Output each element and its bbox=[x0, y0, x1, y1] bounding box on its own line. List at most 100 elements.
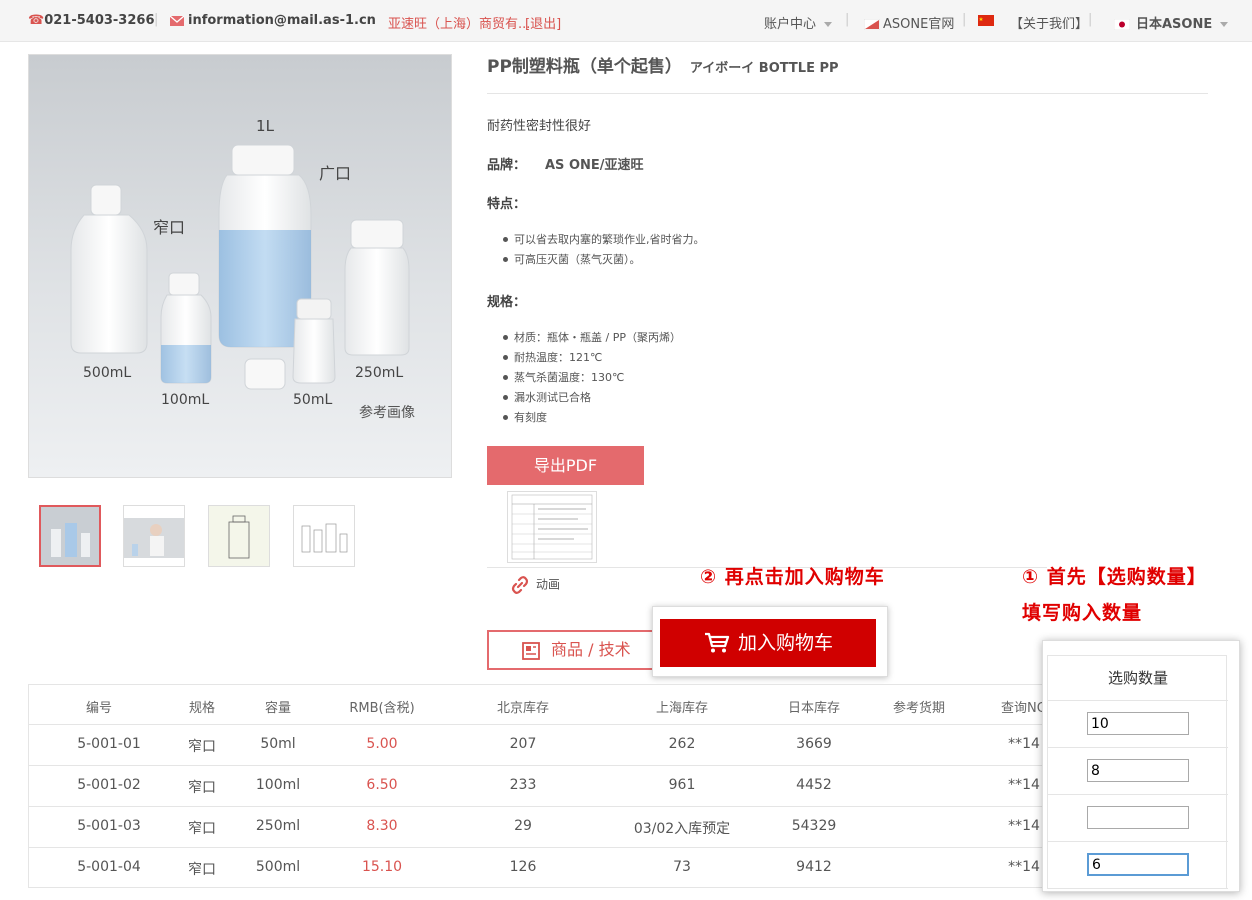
thumbnail-2[interactable] bbox=[123, 505, 185, 567]
document-thumbnail[interactable] bbox=[507, 491, 597, 563]
quantity-panel: 选购数量 bbox=[1042, 640, 1240, 892]
document-icon bbox=[522, 642, 540, 660]
cell-capacity: 500ml bbox=[255, 859, 301, 875]
add-to-cart-button[interactable]: 加入购物车 bbox=[660, 619, 876, 667]
product-title: PP制塑料瓶（单个起售） アイボーイ BOTTLE PP bbox=[487, 52, 839, 77]
cell-spec: 窄口 bbox=[188, 780, 216, 796]
cell-capacity: 50ml bbox=[260, 736, 296, 752]
quantity-cell bbox=[1048, 795, 1228, 842]
features-list: 可以省去取内塞的繁琐作业,省时省力。 可高压灭菌（蒸气灭菌）。 bbox=[503, 230, 705, 270]
spec-label: 规格： bbox=[487, 295, 527, 310]
cell-code: 5-001-03 bbox=[77, 818, 141, 834]
cell-beijing-stock: 207 bbox=[509, 736, 537, 752]
column-header: 上海库存 bbox=[655, 701, 709, 716]
cell-spec: 窄口 bbox=[188, 862, 216, 878]
thumbnail-4[interactable] bbox=[293, 505, 355, 567]
cell-spec: 窄口 bbox=[188, 821, 216, 837]
separator: | bbox=[845, 12, 850, 27]
list-item: 有刻度 bbox=[503, 408, 681, 428]
cell-shanghai-stock: 03/02入库预定 bbox=[633, 821, 731, 837]
cell-query-no: **14 bbox=[1008, 736, 1040, 752]
cell-query-no: **14 bbox=[1008, 859, 1040, 875]
top-bar: ☎021-5403-3266 | information@mail.as-1.c… bbox=[0, 0, 1252, 42]
separator: | bbox=[962, 12, 967, 27]
quantity-input-1[interactable] bbox=[1087, 712, 1189, 735]
japan-flag-icon bbox=[1113, 18, 1131, 31]
product-title-text: PP制塑料瓶（单个起售） bbox=[487, 57, 682, 77]
quantity-input-4[interactable] bbox=[1087, 853, 1189, 876]
cell-price: 8.30 bbox=[366, 818, 398, 834]
list-item: 可高压灭菌（蒸气灭菌）。 bbox=[503, 250, 705, 270]
cell-beijing-stock: 126 bbox=[509, 859, 537, 875]
china-flag-icon[interactable] bbox=[978, 13, 994, 28]
column-header: 北京库存 bbox=[496, 701, 550, 716]
column-header: 日本库存 bbox=[787, 701, 841, 716]
cell-code: 5-001-04 bbox=[77, 859, 141, 875]
export-pdf-button[interactable]: 导出PDF bbox=[487, 446, 644, 485]
cell-japan-stock: 4452 bbox=[796, 777, 832, 793]
column-header: 规格 bbox=[188, 701, 216, 716]
product-tech-label: 商品 / 技术 bbox=[551, 640, 631, 659]
quantity-cell bbox=[1048, 701, 1228, 748]
asone-official-label: ASONE官网 bbox=[883, 17, 955, 32]
product-description: 耐药性密封性很好 bbox=[487, 119, 592, 134]
label-1l: 1L bbox=[256, 117, 275, 135]
animation-label: 动画 bbox=[536, 577, 561, 592]
user-account-link[interactable]: 亚速旺（上海）商贸有... bbox=[388, 13, 530, 32]
cell-shanghai-stock: 961 bbox=[668, 777, 696, 793]
cell-query-no: **14 bbox=[1008, 777, 1040, 793]
quantity-cell bbox=[1048, 748, 1228, 795]
japan-asone-dropdown[interactable]: 日本ASONE bbox=[1113, 13, 1229, 32]
logout-link[interactable]: [退出] bbox=[525, 13, 561, 32]
separator: | bbox=[1088, 12, 1093, 27]
cell-query-no: **14 bbox=[1008, 818, 1040, 834]
cell-japan-stock: 54329 bbox=[791, 818, 837, 834]
list-item: 漏水测试已合格 bbox=[503, 388, 681, 408]
asone-official-link[interactable]: ASONE官网 bbox=[863, 13, 955, 32]
label-wide-mouth: 广口 bbox=[319, 164, 351, 183]
link-icon bbox=[511, 576, 529, 594]
about-us-link[interactable]: 【关于我们】 bbox=[1010, 13, 1088, 32]
label-reference-image: 参考画像 bbox=[359, 404, 415, 421]
cell-price: 15.10 bbox=[361, 859, 403, 875]
column-header: 参考货期 bbox=[892, 701, 946, 716]
account-center-label: 账户中心 bbox=[764, 17, 817, 32]
column-header: 编号 bbox=[85, 701, 113, 716]
cell-capacity: 100ml bbox=[255, 777, 301, 793]
label-500ml: 500mL bbox=[83, 365, 131, 381]
cell-spec: 窄口 bbox=[188, 739, 216, 755]
cell-shanghai-stock: 262 bbox=[668, 736, 696, 752]
label-250ml: 250mL bbox=[355, 365, 403, 381]
thumbnail-3[interactable] bbox=[208, 505, 270, 567]
label-50ml: 50mL bbox=[293, 392, 332, 408]
product-tech-button[interactable]: 商品 / 技术 bbox=[487, 630, 657, 670]
mail-icon bbox=[169, 15, 185, 26]
cell-japan-stock: 9412 bbox=[796, 859, 832, 875]
cell-code: 5-001-01 bbox=[77, 736, 141, 752]
list-item: 可以省去取内塞的繁琐作业,省时省力。 bbox=[503, 230, 705, 250]
thumbnail-1[interactable] bbox=[39, 505, 101, 567]
cell-code: 5-001-02 bbox=[77, 777, 141, 793]
cell-price: 5.00 bbox=[366, 736, 398, 752]
label-100ml: 100mL bbox=[161, 392, 209, 408]
cart-icon bbox=[705, 632, 730, 653]
quantity-input-3[interactable] bbox=[1087, 806, 1189, 829]
bottles-illustration: 1L 广口 窄口 500mL 100mL 50mL 250mL 参考画像 bbox=[70, 117, 415, 421]
column-header: RMB(含税) bbox=[349, 701, 415, 716]
animation-link[interactable]: 动画 bbox=[510, 575, 560, 595]
list-item: 耐热温度：121℃ bbox=[503, 348, 681, 368]
quantity-input-2[interactable] bbox=[1087, 759, 1189, 782]
account-center-dropdown[interactable]: 账户中心 bbox=[764, 13, 833, 32]
cell-japan-stock: 3669 bbox=[796, 736, 832, 752]
annotation-step-2: ② 再点击加入购物车 bbox=[700, 566, 885, 588]
cell-beijing-stock: 233 bbox=[509, 777, 537, 793]
product-subtitle: アイボーイ BOTTLE PP bbox=[689, 61, 839, 76]
features-label: 特点： bbox=[487, 197, 527, 212]
spec-list: 材质：瓶体・瓶盖 / PP（聚丙烯） 耐热温度：121℃ 蒸气杀菌温度：130℃… bbox=[503, 328, 681, 428]
quantity-column: 选购数量 bbox=[1047, 655, 1228, 889]
list-item: 材质：瓶体・瓶盖 / PP（聚丙烯） bbox=[503, 328, 681, 348]
quantity-header: 选购数量 bbox=[1048, 656, 1228, 701]
separator: | bbox=[154, 12, 159, 27]
product-main-image[interactable]: 1L 广口 窄口 500mL 100mL 50mL 250mL 参考画像 bbox=[28, 54, 452, 478]
label-narrow-mouth: 窄口 bbox=[153, 218, 185, 237]
